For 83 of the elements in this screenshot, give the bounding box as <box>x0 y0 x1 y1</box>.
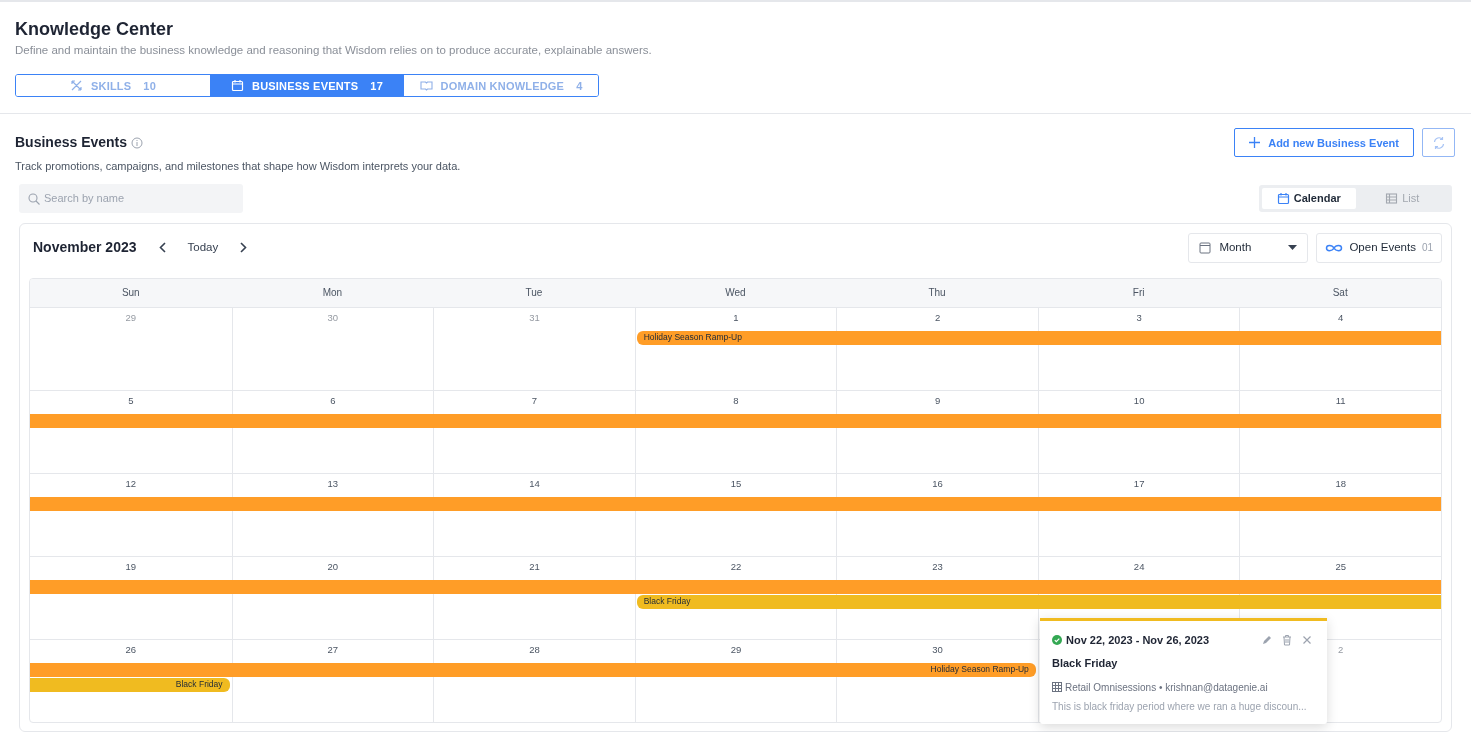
chevron-left-icon <box>158 242 166 254</box>
event-description: This is black friday period where we ran a huge discoun... <box>1052 699 1308 714</box>
month-title: November 2023 <box>33 238 137 258</box>
day-number: 16 <box>932 477 943 490</box>
event-dates: Nov 22, 2023 - Nov 26, 2023 <box>1066 632 1210 648</box>
search-icon <box>28 192 40 205</box>
refresh-icon <box>1431 135 1446 150</box>
day-number: 14 <box>529 477 540 490</box>
day-number: 2 <box>934 311 941 324</box>
day-number: 29 <box>730 643 742 656</box>
weekday-header: Thu <box>927 286 947 301</box>
day-number: 2 <box>1338 643 1344 656</box>
day-number: 22 <box>730 560 742 573</box>
view-select[interactable]: Month <box>1188 232 1309 263</box>
page-subtitle: Define and maintain the business knowledge and reasoning that Wisdom relies on to produce accurate, explainable answers. <box>15 43 653 58</box>
search-field[interactable]: Search by name <box>19 183 243 213</box>
open-events-button[interactable]: Open Events 01 <box>1316 232 1442 263</box>
day-number: 31 <box>529 311 540 324</box>
weekday-header: Mon <box>321 286 344 301</box>
add-event-button[interactable]: Add new Business Event <box>1234 128 1414 158</box>
calendar-icon <box>1199 241 1212 255</box>
event-bar[interactable]: Holiday Season Ramp-Up <box>30 662 1036 677</box>
day-number: 30 <box>932 643 943 656</box>
event-bar[interactable] <box>30 496 1441 511</box>
event-bar[interactable] <box>30 579 1441 594</box>
day-number: 6 <box>330 394 336 407</box>
calendar-icon <box>1276 191 1290 205</box>
day-number: 26 <box>125 643 137 656</box>
caret-icon <box>1288 245 1298 251</box>
weekday-header: Tue <box>524 286 544 301</box>
day-number: 3 <box>1136 311 1142 324</box>
table-icon <box>1052 682 1062 693</box>
day-number: 11 <box>1335 394 1346 407</box>
weekday-header: Sat <box>1331 286 1349 301</box>
crossed-tools-icon <box>70 79 83 93</box>
tab[interactable]: BUSINESS EVENTS 17 <box>210 75 404 97</box>
day-number: 13 <box>327 477 339 490</box>
day-number: 30 <box>327 311 339 324</box>
day-number: 21 <box>529 560 540 573</box>
day-number: 19 <box>125 560 137 573</box>
info-icon <box>131 136 144 149</box>
day-number: 29 <box>125 311 137 324</box>
event-bar[interactable] <box>30 413 1441 428</box>
table-icon <box>1385 191 1399 205</box>
chevron-right-icon <box>240 242 248 254</box>
day-number: 1 <box>733 311 739 324</box>
day-number: 9 <box>934 394 941 407</box>
event-bar[interactable]: Holiday Season Ramp-Up <box>636 330 1441 345</box>
day-number: 12 <box>125 477 137 490</box>
day-number: 7 <box>531 394 538 407</box>
calendar-icon <box>231 79 244 93</box>
day-number: 17 <box>1133 477 1145 490</box>
view-toggle-option[interactable]: Calendar <box>1262 187 1356 209</box>
event-title: Black Friday <box>1052 656 1119 672</box>
day-number: 24 <box>1133 560 1145 573</box>
weekday-header: Sun <box>120 286 141 301</box>
day-number: 25 <box>1335 560 1346 573</box>
day-number: 4 <box>1338 311 1344 324</box>
plus-icon <box>1249 137 1261 149</box>
day-number: 18 <box>1335 477 1346 490</box>
today-button[interactable]: Today <box>173 239 233 257</box>
section-description: Track promotions, campaigns, and milestones that shape how Wisdom interprets your data. <box>15 159 461 175</box>
close-icon <box>1301 634 1313 646</box>
day-number: 20 <box>327 560 339 573</box>
day-number: 15 <box>730 477 742 490</box>
pencil-icon <box>1261 634 1273 646</box>
day-number: 10 <box>1133 394 1145 407</box>
day-number: 27 <box>327 643 339 656</box>
event-bar[interactable]: Black Friday <box>636 594 1441 609</box>
event-bar[interactable]: Black Friday <box>30 677 230 692</box>
section-title: Business Events <box>15 133 128 153</box>
weekday-header: Fri <box>1131 286 1146 301</box>
page-title: Knowledge Center <box>15 18 175 40</box>
refresh-button[interactable] <box>1422 128 1455 158</box>
trash-icon <box>1281 634 1293 646</box>
day-number: 5 <box>128 394 134 407</box>
day-number: 8 <box>733 394 739 407</box>
infinity-icon <box>1325 242 1344 253</box>
day-number: 23 <box>932 560 943 573</box>
event-meta: Retail Omnisessions • krishnan@datagenie.ai <box>1065 680 1268 695</box>
weekday-header: Wed <box>724 286 747 301</box>
book-icon <box>419 79 433 93</box>
day-number: 28 <box>529 643 540 656</box>
